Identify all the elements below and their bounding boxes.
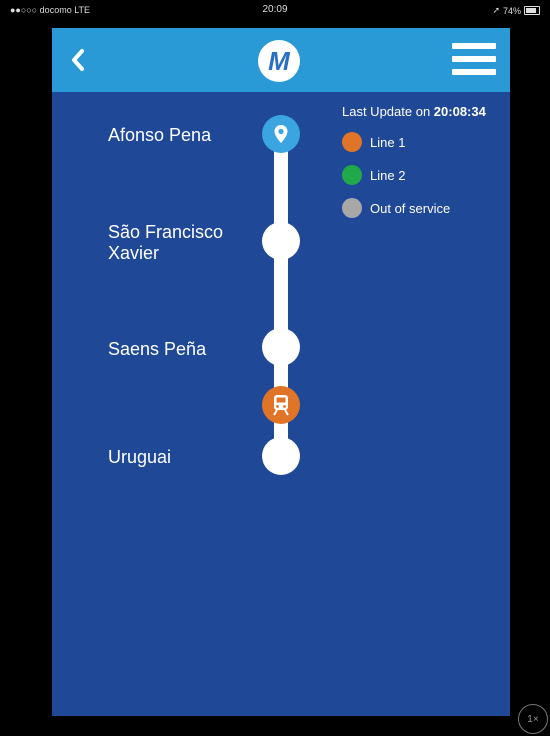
station-dot-sao-francisco-xavier[interactable] <box>262 222 300 260</box>
app-header: M <box>52 28 510 92</box>
legend-item-out-of-service: Out of service <box>342 198 486 218</box>
line-1-dot-icon <box>342 132 362 152</box>
current-location-marker[interactable] <box>262 115 300 153</box>
legend-label: Line 2 <box>370 167 406 183</box>
legend-label: Out of service <box>370 200 451 216</box>
last-update-time: 20:08:34 <box>433 104 486 119</box>
app-screen: M Afonso Pena São Francisco Xavier Saens… <box>52 28 510 716</box>
zoom-indicator[interactable]: 1× <box>518 704 548 734</box>
line-2-dot-icon <box>342 165 362 185</box>
clock: 20:09 <box>262 4 288 15</box>
legend-item-line-2: Line 2 <box>342 165 486 185</box>
signal-arrow-icon: ➚ <box>492 5 500 15</box>
back-button[interactable] <box>60 38 96 82</box>
legend-item-line-1: Line 1 <box>342 132 486 152</box>
last-update: Last Update on 20:08:34 <box>342 104 486 119</box>
legend: Last Update on 20:08:34 Line 1 Line 2 Ou… <box>342 104 486 218</box>
station-label-saens-pena[interactable]: Saens Peña <box>108 339 258 360</box>
station-label-sao-francisco-xavier[interactable]: São Francisco Xavier <box>108 222 258 264</box>
out-of-service-dot-icon <box>342 198 362 218</box>
logo-text: M <box>268 45 290 76</box>
hamburger-menu-icon <box>452 43 496 49</box>
station-label-afonso-pena[interactable]: Afonso Pena <box>108 125 258 146</box>
battery-icon <box>524 6 540 15</box>
menu-button[interactable] <box>452 43 496 77</box>
chevron-left-icon <box>72 49 84 71</box>
station-label-uruguai[interactable]: Uruguai <box>108 447 258 468</box>
app-logo: M <box>258 40 300 82</box>
status-bar: ●●○○○ docomo LTE 20:09 ➚ 74% <box>0 0 550 20</box>
battery-percent: 74% <box>502 5 521 16</box>
location-pin-icon <box>274 125 288 143</box>
train-marker[interactable] <box>262 386 300 424</box>
train-icon <box>273 395 289 416</box>
station-dot-uruguai[interactable] <box>262 437 300 475</box>
station-dot-saens-pena[interactable] <box>262 328 300 366</box>
battery-status: ➚ 74% <box>492 5 540 16</box>
legend-label: Line 1 <box>370 134 406 150</box>
last-update-prefix: Last Update on <box>342 104 434 119</box>
